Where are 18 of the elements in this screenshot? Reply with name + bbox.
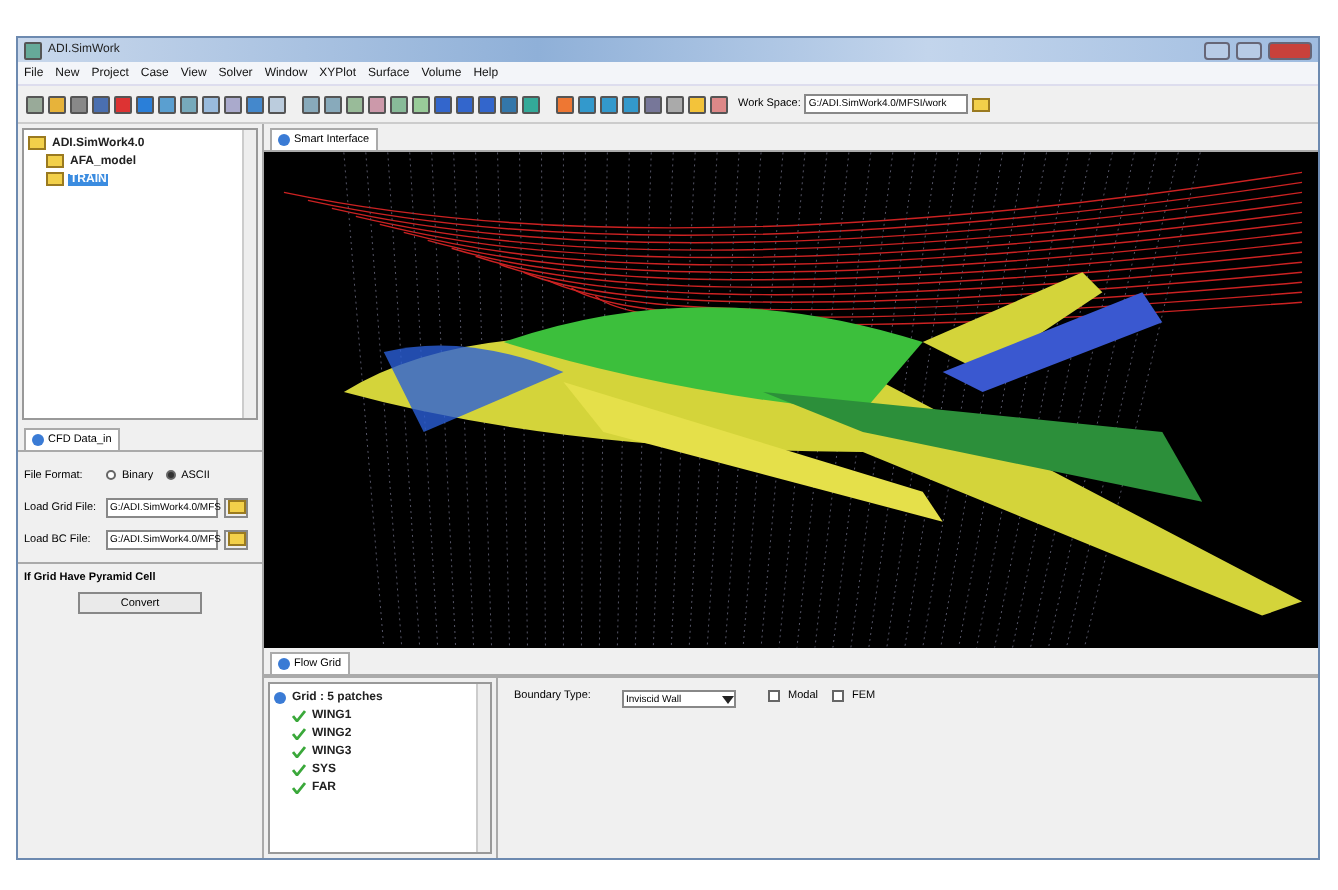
scrollbar[interactable] xyxy=(476,684,490,852)
maximize-button[interactable] xyxy=(1236,41,1262,59)
minimize-button[interactable] xyxy=(1204,41,1230,59)
grid-icon xyxy=(274,691,286,703)
tab-icon xyxy=(278,658,290,670)
app-icon xyxy=(24,41,42,59)
folder-icon[interactable] xyxy=(972,97,991,111)
radio-button[interactable] xyxy=(165,470,176,480)
close-button[interactable] xyxy=(1268,41,1312,59)
scrollbar[interactable] xyxy=(242,130,256,418)
tab-icon xyxy=(278,134,290,146)
browse-button[interactable] xyxy=(224,529,248,549)
caret-icon xyxy=(722,695,734,703)
browse-button[interactable] xyxy=(224,497,248,517)
tab-icon xyxy=(32,434,44,446)
checkbox[interactable] xyxy=(831,690,844,702)
checkbox[interactable] xyxy=(768,690,780,702)
radio-button[interactable] xyxy=(106,470,116,480)
